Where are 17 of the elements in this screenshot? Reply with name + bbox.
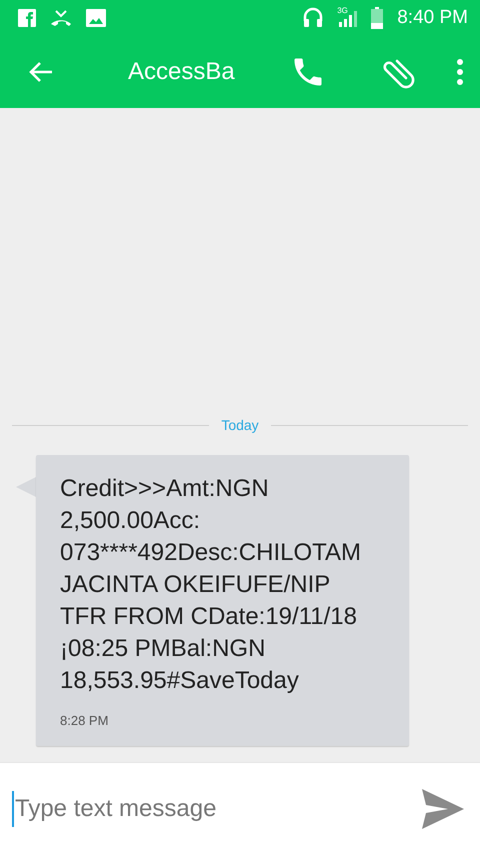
signal-icon [337, 9, 358, 27]
clock-time: 8:40 PM [397, 7, 468, 29]
date-divider: Today [221, 417, 259, 433]
more-options-button[interactable] [456, 58, 464, 86]
network-type: 3G [337, 7, 348, 15]
image-icon [86, 9, 106, 27]
message-text: Credit>>>Amt:NGN 2,500.00Acc: 073****492Desc:CHILOTAM JACINTA OKEIFUFE/NIP TFR FROM CDate:19/11/18 ¡08:25 PMBal:NGN 18,553.95#SaveToday [60, 474, 362, 696]
contact-name: AccessBa [128, 58, 236, 86]
message-input-field[interactable]: Type text message [0, 763, 408, 854]
send-icon [420, 786, 464, 830]
message-time: 8:28 PM [60, 713, 110, 728]
back-button[interactable] [28, 61, 54, 83]
battery-icon [371, 7, 384, 29]
headphones-icon [303, 7, 324, 29]
send-button[interactable] [408, 763, 480, 854]
facebook-icon [18, 9, 36, 27]
missed-call-icon [50, 9, 72, 27]
